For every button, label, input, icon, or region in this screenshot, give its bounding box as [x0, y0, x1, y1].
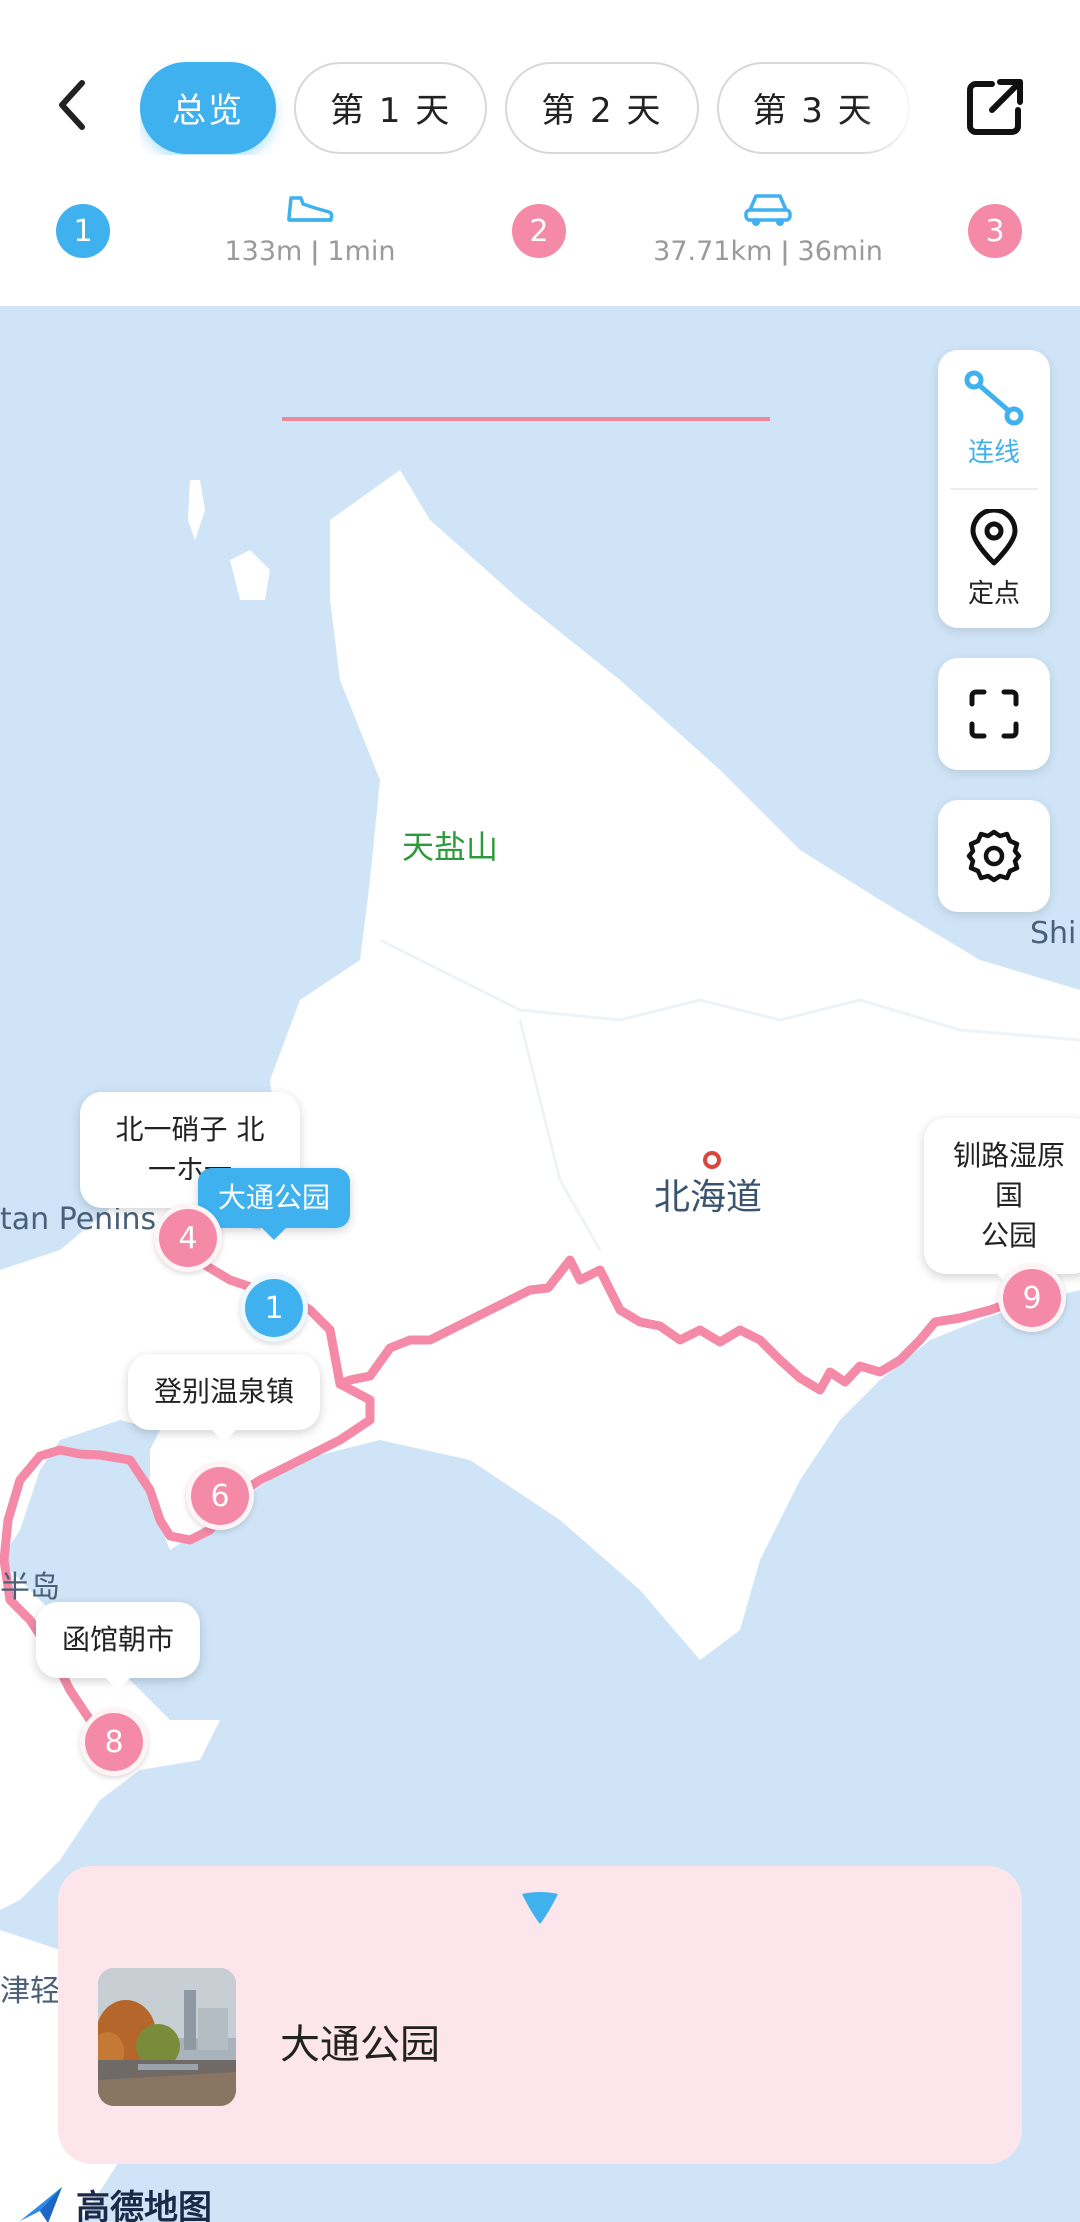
shoe-icon	[287, 196, 334, 222]
amap-logo: 高德地图	[18, 2180, 212, 2222]
tab-day-1[interactable]: 第 1 天	[294, 61, 488, 154]
label-mountain: 天盐山	[402, 828, 499, 866]
city-dot	[703, 1151, 721, 1169]
fullscreen-frame-icon	[969, 689, 1019, 739]
triangle-down-icon	[522, 1892, 558, 1924]
pin-points-button[interactable]: 定点	[938, 490, 1050, 628]
place-thumbnail[interactable]	[98, 1968, 236, 2106]
collapse-handle[interactable]	[518, 1888, 562, 1928]
place-title: 大通公园	[280, 2022, 440, 2068]
tab-overview[interactable]: 总览	[140, 61, 276, 154]
share-icon	[967, 79, 1023, 135]
map-marker-6[interactable]: 6	[186, 1462, 254, 1530]
callout-kushiro-marsh[interactable]: 钏路湿原国 公园	[924, 1118, 1080, 1286]
walk-distance-time: 133m ǀ 1min	[224, 236, 396, 267]
share-button[interactable]	[962, 74, 1028, 140]
amap-arrow-icon	[20, 2186, 62, 2222]
label-edge-right: Shi	[1030, 916, 1077, 951]
top-header: 总览 第 1 天 第 2 天 第 3 天 第 1 133m ǀ 1min 2	[0, 0, 1080, 306]
route-segment-walk: 133m ǀ 1min	[190, 186, 430, 267]
stop-number-1[interactable]: 1	[56, 204, 110, 258]
gear-icon	[966, 829, 1022, 883]
back-button[interactable]	[42, 70, 102, 140]
map-marker-9[interactable]: 9	[998, 1264, 1066, 1332]
settings-button[interactable]	[938, 800, 1050, 912]
label-edge-left: 半岛	[0, 1570, 60, 1605]
label-edge-bottom-left: 津轻	[0, 1974, 60, 2009]
fit-view-control	[938, 658, 1050, 770]
stop-number-2[interactable]: 2	[512, 204, 566, 258]
connect-lines-button[interactable]: 连线	[938, 350, 1050, 488]
tab-day-4[interactable]: 第	[927, 61, 940, 154]
map-marker-4[interactable]: 4	[154, 1204, 222, 1272]
callout-odori-park[interactable]: 大通公园	[198, 1168, 351, 1240]
amap-logo-text: 高德地图	[76, 2188, 212, 2222]
stop-number-3[interactable]: 3	[968, 204, 1022, 258]
label-region: 北海道	[654, 1177, 763, 1218]
settings-control	[938, 800, 1050, 912]
map-marker-1[interactable]: 1	[240, 1274, 308, 1342]
tab-day-3[interactable]: 第 3 天	[716, 61, 910, 154]
route-segment-car: 37.71km ǀ 36min	[648, 186, 888, 267]
callout-hakodate-market[interactable]: 函馆朝市	[36, 1602, 201, 1690]
pin-points-label: 定点	[967, 578, 1020, 609]
location-pin-icon	[970, 508, 1018, 565]
connect-lines-icon	[964, 370, 1024, 425]
callout-noboribetsu[interactable]: 登别温泉镇	[128, 1354, 321, 1442]
connect-lines-label: 连线	[967, 437, 1020, 468]
fit-view-button[interactable]	[938, 658, 1050, 770]
park-photo	[98, 1968, 236, 2106]
car-icon	[744, 194, 792, 226]
tab-day-2[interactable]: 第 2 天	[505, 61, 699, 154]
car-distance-time: 37.71km ǀ 36min	[653, 236, 883, 267]
route-summary: 1 133m ǀ 1min 2 37.71km ǀ 36min 3	[0, 186, 1080, 276]
day-tabs: 总览 第 1 天 第 2 天 第 3 天 第	[140, 60, 940, 155]
map-mode-controls: 连线 定点	[938, 350, 1050, 628]
back-arrow-icon	[59, 80, 85, 130]
place-detail-card[interactable]: 大通公园	[58, 1866, 1022, 2164]
map-marker-8[interactable]: 8	[80, 1708, 148, 1776]
